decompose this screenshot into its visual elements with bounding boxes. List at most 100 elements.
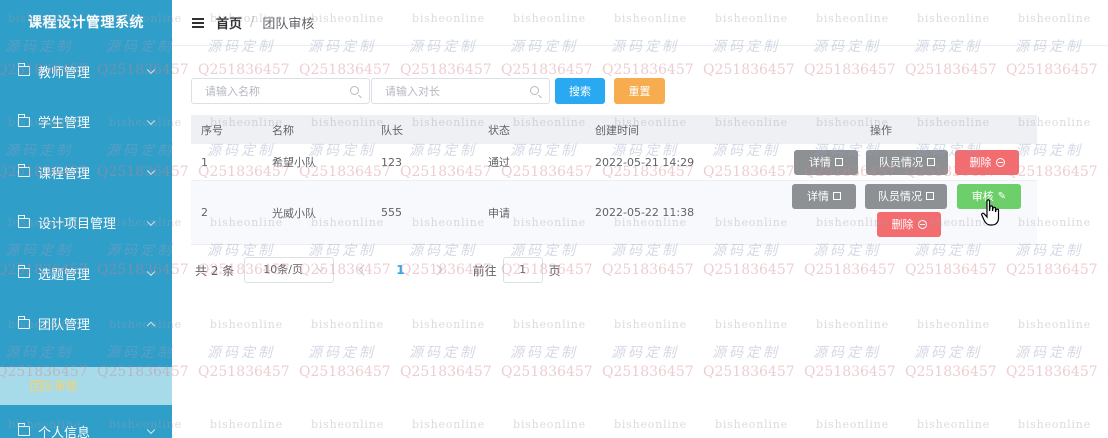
next-page-icon[interactable] (430, 264, 443, 276)
watermark-text: 源码定制 (510, 345, 578, 361)
watermark-text: Q251836457 (602, 262, 694, 278)
watermark-text: bisheonline (1018, 418, 1091, 431)
cell-created: 2022-05-22 11:38 (595, 206, 695, 219)
delete-button[interactable]: 删除 (877, 211, 941, 237)
chevron-up-icon (146, 321, 156, 330)
search-icon (530, 86, 539, 95)
page-size-select[interactable]: 10条/页 (244, 257, 335, 283)
sidebar-item-label: 团队管理 (38, 318, 91, 334)
search-bar: 搜索 重置 (191, 78, 665, 104)
top-header: 首页 / 团队审核 (172, 0, 1108, 46)
prev-page-icon[interactable] (358, 264, 370, 276)
chevron-down-icon (146, 166, 156, 176)
detail-icon (835, 158, 843, 166)
column-header-created: 创建时间 (595, 123, 639, 137)
sidebar-item-teachers[interactable]: 教师管理 (0, 46, 172, 97)
detail-label: 详情 (809, 156, 831, 169)
sidebar-item-courses[interactable]: 课程管理 (0, 147, 172, 198)
watermark-text: 源码定制 (1015, 345, 1083, 361)
detail-button[interactable]: 详情 (794, 149, 858, 175)
pagination-total: 共 2 条 (195, 263, 235, 278)
sidebar: 课程设计管理系统 教师管理 学生管理 课程管理 设计项目管理 选题管理 团队管理… (0, 0, 172, 438)
watermark-text: bisheonline (614, 318, 687, 331)
watermark-text: Q251836457 (703, 62, 795, 78)
menu-toggle-icon[interactable] (192, 17, 204, 28)
page-number-current[interactable]: 1 (396, 263, 404, 277)
table-row: 1 希望小队 123 通过 2022-05-21 14:29 详情 队员情况 删… (191, 144, 1037, 181)
watermark-text: bisheonline (917, 418, 990, 431)
page-size-value: 10条/页 (263, 263, 303, 276)
watermark-text: Q251836457 (299, 364, 391, 380)
members-button[interactable]: 队员情况 (866, 149, 948, 175)
cell-name: 希望小队 (272, 156, 316, 169)
members-button[interactable]: 队员情况 (865, 183, 947, 209)
breadcrumb-current: 团队审核 (262, 17, 315, 32)
members-icon (927, 158, 935, 166)
cell-created: 2022-05-21 14:29 (595, 155, 695, 169)
watermark-text: bisheonline (614, 418, 687, 431)
app-title: 课程设计管理系统 (28, 15, 144, 31)
sidebar-item-students[interactable]: 学生管理 (0, 97, 172, 148)
watermark-text: bisheonline (816, 418, 889, 431)
column-header-no: 序号 (201, 123, 223, 137)
breadcrumb-separator: / (250, 15, 255, 30)
leader-search-input[interactable] (372, 79, 549, 103)
watermark-text: Q251836457 (400, 364, 492, 380)
folder-icon (18, 315, 30, 329)
watermark-text: bisheonline (1018, 318, 1091, 331)
chevron-down-icon (146, 425, 156, 435)
watermark-text: bisheonline (210, 418, 283, 431)
chevron-down-icon (317, 264, 325, 273)
cell-leader: 123 (381, 155, 402, 169)
delete-button[interactable]: 删除 (955, 149, 1019, 175)
watermark-text: Q251836457 (703, 262, 795, 278)
watermark-text: bisheonline (917, 318, 990, 331)
search-button[interactable]: 搜索 (555, 78, 605, 104)
column-header-actions: 操作 (870, 123, 892, 137)
chevron-down-icon (146, 116, 156, 125)
sidebar-item-design-projects[interactable]: 设计项目管理 (0, 198, 172, 249)
sidebar-item-label: 教师管理 (38, 65, 91, 81)
watermark-text: 源码定制 (914, 345, 982, 361)
delete-icon (995, 157, 1005, 167)
members-icon (926, 192, 934, 200)
cell-name: 光威小队 (272, 206, 316, 220)
sidebar-item-label: 选题管理 (38, 267, 91, 283)
members-label: 队员情况 (878, 190, 922, 203)
cell-status: 申请 (488, 206, 510, 220)
watermark-text: bisheonline (412, 418, 485, 431)
folder-icon (18, 164, 30, 178)
watermark-text: Q251836457 (198, 364, 290, 380)
sidebar-item-teams[interactable]: 团队管理 (0, 299, 172, 350)
sidebar-subitem-team-review[interactable]: 团队审核 (0, 367, 172, 405)
watermark-text: Q251836457 (400, 62, 492, 78)
reset-button[interactable]: 重置 (614, 78, 665, 104)
watermark-text: Q251836457 (703, 364, 795, 380)
leader-search-field (371, 78, 550, 104)
watermark-text: Q251836457 (501, 364, 593, 380)
watermark-text: Q251836457 (1006, 262, 1098, 278)
watermark-text: Q251836457 (602, 62, 694, 78)
goto-label: 前往 (472, 263, 497, 278)
watermark-text: 源码定制 (207, 345, 275, 361)
detail-label: 详情 (807, 190, 829, 203)
team-table: 序号 名称 队长 状态 创建时间 操作 1 希望小队 123 通过 2022-0… (191, 115, 1037, 245)
hand-cursor-icon (981, 199, 1000, 226)
cell-actions: 详情 队员情况 删除 (785, 144, 1037, 181)
sidebar-item-profile[interactable]: 个人信息 (0, 413, 172, 438)
folder-icon (18, 63, 30, 77)
delete-label: 删除 (891, 218, 914, 231)
folder-icon (18, 265, 30, 279)
watermark-text: 源码定制 (308, 345, 376, 361)
goto-page-input[interactable]: 1 (502, 257, 543, 283)
search-icon (350, 86, 359, 95)
watermark-text: Q251836457 (1006, 62, 1098, 78)
breadcrumb-home[interactable]: 首页 (216, 13, 242, 32)
watermark-text: 源码定制 (813, 345, 881, 361)
sidebar-item-topics[interactable]: 选题管理 (0, 248, 172, 299)
column-header-status: 状态 (488, 123, 510, 137)
pagination: 共 2 条 10条/页 1 前往 1 页 (195, 257, 561, 283)
name-search-input[interactable] (192, 79, 369, 103)
table-header: 序号 名称 队长 状态 创建时间 操作 (191, 115, 1037, 144)
detail-button[interactable]: 详情 (792, 183, 856, 209)
